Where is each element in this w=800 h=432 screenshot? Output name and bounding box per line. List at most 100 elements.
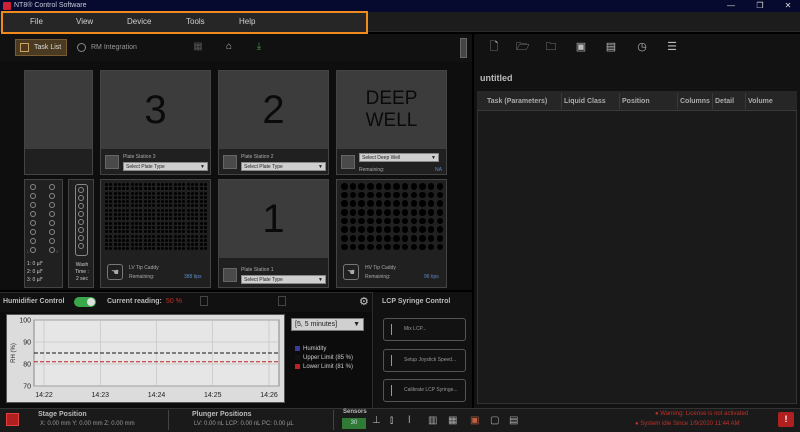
save-icon[interactable]: ▣ bbox=[575, 41, 587, 53]
tip-well bbox=[384, 243, 391, 251]
minimize-button[interactable]: — bbox=[721, 0, 741, 12]
tip-well bbox=[393, 183, 400, 190]
open-recent-icon[interactable]: 🗀 bbox=[545, 41, 557, 53]
humid-small-icon-a[interactable] bbox=[200, 296, 208, 306]
col-task[interactable]: Task (Parameters) bbox=[487, 98, 547, 105]
tip-well bbox=[436, 235, 444, 242]
time-range-select[interactable]: [5, 5 minutes] ▼ bbox=[291, 318, 364, 331]
close-button[interactable]: ✕ bbox=[778, 0, 798, 12]
tip-well bbox=[78, 211, 84, 217]
humid-small-icon-b[interactable] bbox=[278, 296, 286, 306]
tip-well bbox=[419, 235, 426, 242]
reservoir-column[interactable]: L V 1: 0 µl* 2: 0 µl* 3: 0 µl* bbox=[24, 179, 63, 288]
mix-lcp-button[interactable]: Mix LCP... bbox=[383, 318, 466, 341]
plate-station-1[interactable]: 1 Plate Station 1 Select Plate Type bbox=[218, 179, 329, 288]
tip-well bbox=[169, 213, 173, 217]
tip-well bbox=[143, 191, 147, 195]
stop-button[interactable] bbox=[6, 413, 19, 426]
menu-help[interactable]: Help bbox=[239, 17, 255, 26]
station-2-plate-select[interactable]: Select Plate Type bbox=[241, 162, 326, 172]
save-as-icon[interactable]: ▤ bbox=[605, 41, 617, 53]
tip-well bbox=[169, 225, 173, 229]
col-liquid-class[interactable]: Liquid Class bbox=[564, 98, 606, 105]
stage-position-title: Stage Position bbox=[38, 411, 87, 418]
menu-device[interactable]: Device bbox=[127, 17, 151, 26]
lv-hand-icon[interactable]: ☚ bbox=[107, 264, 123, 280]
menu-file[interactable]: File bbox=[30, 17, 43, 26]
tip-well bbox=[152, 191, 156, 195]
tip-well bbox=[349, 243, 357, 251]
clock-icon[interactable]: ◷ bbox=[636, 41, 648, 53]
tab-rm-integration[interactable]: RM Integration bbox=[75, 39, 165, 56]
open-folder-icon[interactable]: 🗁 bbox=[516, 41, 530, 53]
tip-well bbox=[190, 243, 194, 247]
hv-tip-caddy[interactable]: ☚ HV Tip Caddy Remaining: 96 tips bbox=[336, 179, 447, 288]
plate-station-3[interactable]: 3 Plate Station 3 Select Plate Type bbox=[100, 70, 211, 175]
tip-well bbox=[122, 208, 126, 212]
tip-well bbox=[126, 243, 130, 247]
tip-well bbox=[182, 200, 186, 204]
tip-well bbox=[178, 225, 182, 229]
tip-well bbox=[419, 226, 426, 233]
sensor-reading-badge: 30 bbox=[342, 418, 366, 429]
reservoir-slot[interactable] bbox=[24, 70, 93, 175]
col-volume[interactable]: Volume bbox=[748, 98, 773, 105]
tip-well bbox=[195, 195, 199, 199]
tip-well bbox=[160, 208, 164, 212]
tip-well bbox=[419, 191, 426, 199]
tip-well bbox=[109, 208, 113, 212]
tip-well bbox=[156, 187, 160, 191]
tip-well bbox=[203, 238, 207, 242]
col-detail[interactable]: Detail bbox=[715, 98, 734, 105]
home-icon[interactable]: ⌂ bbox=[224, 42, 234, 52]
run-list-icon[interactable]: ☰ bbox=[666, 41, 678, 53]
tip-well bbox=[143, 213, 147, 217]
hv-remaining-label: Remaining: bbox=[365, 274, 391, 280]
hv-hand-icon[interactable]: ☚ bbox=[343, 264, 359, 280]
alert-icon[interactable]: ! bbox=[778, 412, 794, 427]
col-position[interactable]: Position bbox=[622, 98, 650, 105]
wash-info: Wash Time : 2 sec bbox=[69, 262, 95, 283]
station-3-plate-select[interactable]: Select Plate Type bbox=[123, 162, 208, 172]
calibrate-lcp-button[interactable]: Calibrate LCP Syringe... bbox=[383, 379, 466, 402]
tip-well bbox=[410, 243, 417, 251]
grid-icon[interactable]: ▦ bbox=[193, 42, 203, 52]
humidifier-toggle[interactable] bbox=[74, 297, 96, 307]
wash-station[interactable]: Wash Time : 2 sec bbox=[68, 179, 94, 288]
tip-well bbox=[341, 209, 348, 216]
tip-well bbox=[143, 225, 147, 229]
maximize-button[interactable]: ❐ bbox=[750, 0, 770, 12]
col-sep bbox=[677, 93, 678, 109]
mix-lcp-label: Mix LCP... bbox=[404, 326, 427, 332]
station-1-plate-select[interactable]: Select Plate Type bbox=[241, 275, 326, 285]
tip-well bbox=[139, 187, 143, 191]
new-file-icon[interactable]: 🗋 bbox=[488, 41, 500, 53]
gear-icon[interactable]: ⚙ bbox=[359, 295, 369, 308]
plate-station-2[interactable]: 2 Plate Station 2 Select Plate Type bbox=[218, 70, 329, 175]
deep-well-select[interactable]: Select Deep Well bbox=[359, 153, 439, 163]
deep-well-station[interactable]: DEEP WELL Select Deep Well Remaining: NA bbox=[336, 70, 447, 175]
tip-well bbox=[427, 226, 435, 233]
setup-joystick-button[interactable]: Setup Joystick Speed... bbox=[383, 349, 466, 372]
tab-task-list[interactable]: Task List bbox=[15, 39, 67, 56]
tip-well bbox=[147, 200, 151, 204]
task-table[interactable] bbox=[477, 91, 797, 404]
tip-well bbox=[156, 221, 160, 225]
tip-well bbox=[147, 230, 151, 234]
menu-tools[interactable]: Tools bbox=[186, 17, 205, 26]
calibrate-lcp-label: Calibrate LCP Syringe... bbox=[404, 387, 458, 393]
menu-view[interactable]: View bbox=[76, 17, 93, 26]
toolbar-scroll-handle[interactable] bbox=[460, 38, 467, 58]
tip-well bbox=[147, 213, 151, 217]
tip-well bbox=[165, 183, 169, 186]
tip-well bbox=[156, 243, 160, 247]
tip-well bbox=[169, 208, 173, 212]
col-columns[interactable]: Columns bbox=[680, 98, 710, 105]
lv-tip-caddy[interactable]: ☚ LV Tip Caddy Remaining: 388 tips bbox=[100, 179, 211, 288]
tip-well bbox=[199, 238, 203, 242]
tip-well bbox=[113, 195, 117, 199]
download-icon[interactable]: ⤓ bbox=[254, 42, 264, 52]
tip-well bbox=[182, 195, 186, 199]
tip-well bbox=[160, 225, 164, 229]
tip-well bbox=[384, 200, 391, 207]
